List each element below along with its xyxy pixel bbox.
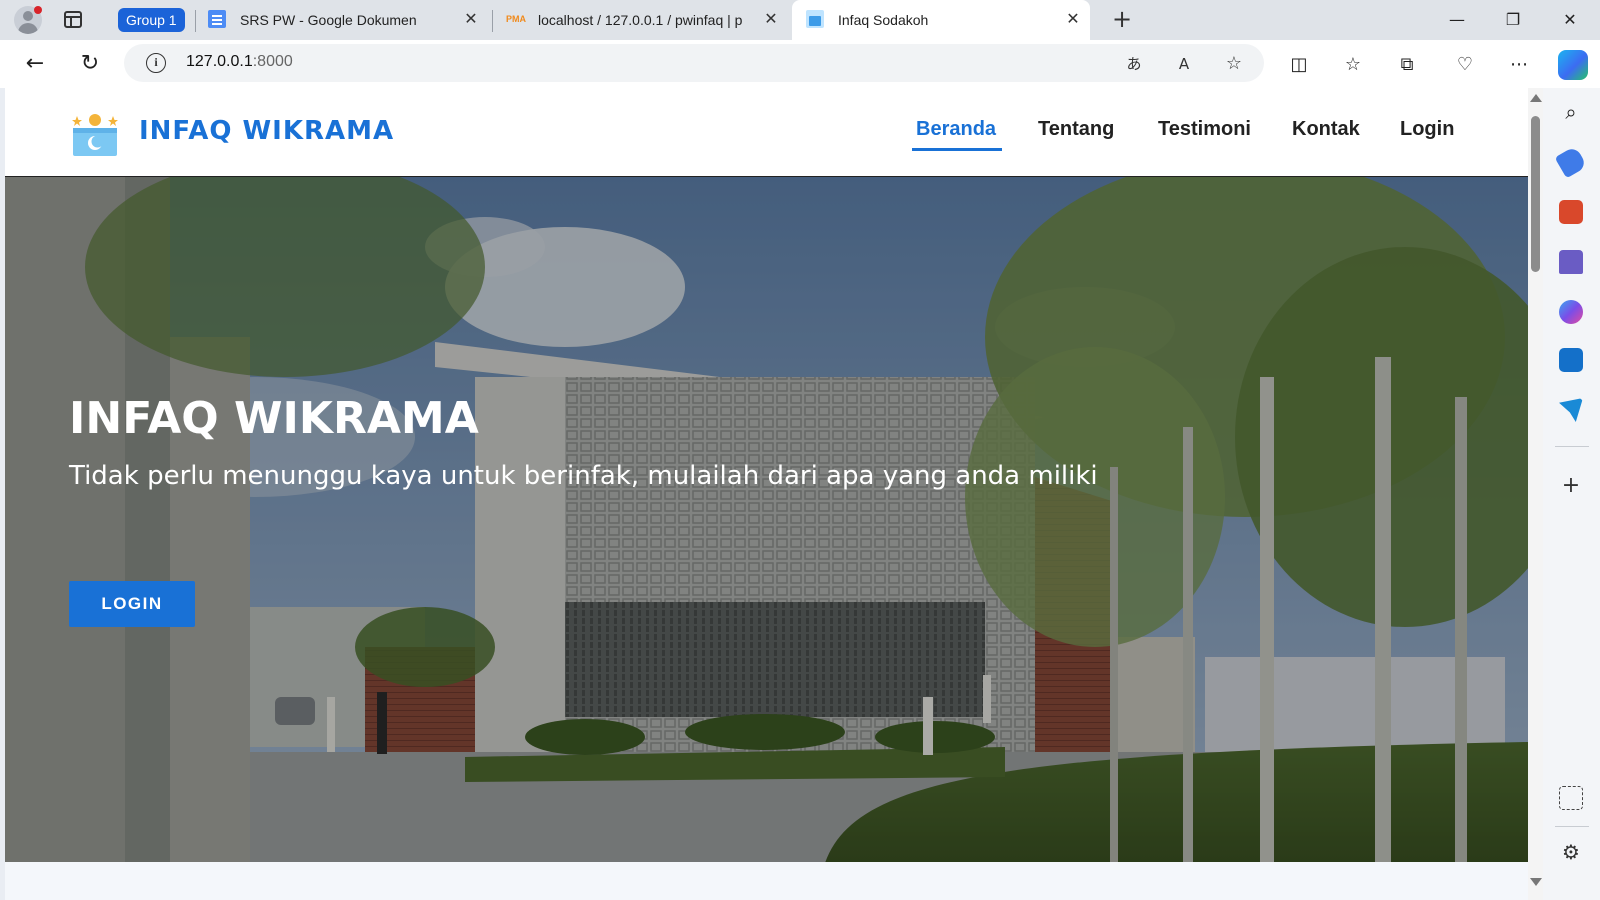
add-sidebar-app-icon[interactable]: + [1559,474,1583,498]
read-aloud-icon[interactable]: A [1172,52,1196,76]
scroll-up-arrow-icon[interactable] [1530,94,1542,102]
sidebar-divider [1555,826,1589,827]
tab-title: Infaq Sodakoh [838,12,929,28]
sidebar-divider [1555,446,1589,447]
hero-login-button[interactable]: LOGIN [69,581,195,627]
favorite-star-icon[interactable]: ☆ [1222,52,1246,76]
hero-dark-overlay [5,177,1528,862]
back-arrow-icon[interactable]: ← [22,52,48,78]
tab-separator [492,10,493,32]
shopping-tag-icon[interactable] [1554,145,1588,179]
url-text: 127.0.0.1:8000 [186,53,293,71]
hero-section: INFAQ WIKRAMA Tidak perlu menunggu kaya … [5,176,1528,862]
search-icon[interactable]: ⌕ [1559,100,1583,124]
browser-essentials-icon[interactable]: ♡ [1452,52,1478,78]
tab-phpmyadmin[interactable]: PMA localhost / 127.0.0.1 / pwinfaq | p … [496,0,786,40]
outlook-icon[interactable] [1559,348,1583,372]
microsoft-365-icon[interactable] [1559,300,1583,324]
tab-google-docs[interactable]: SRS PW - Google Dokumen ✕ [198,0,488,40]
tools-briefcase-icon[interactable] [1559,200,1583,224]
copilot-icon[interactable] [1558,50,1588,80]
collections-icon[interactable]: ⧉ [1394,52,1420,78]
favorites-list-icon[interactable]: ☆ [1340,52,1366,78]
tab-actions-menu-icon[interactable] [64,11,82,28]
nav-kontak[interactable]: Kontak [1292,118,1360,141]
page-scrollbar[interactable] [1528,88,1543,900]
scrollbar-thumb[interactable] [1531,116,1540,272]
screenshot-capture-icon[interactable] [1559,786,1583,810]
close-tab-icon[interactable]: ✕ [762,10,780,28]
nav-login[interactable]: Login [1400,118,1454,141]
close-tab-icon[interactable]: ✕ [462,10,480,28]
infaq-favicon-icon [806,10,824,28]
url-port: :8000 [252,53,293,70]
nav-beranda[interactable]: Beranda [916,118,996,141]
google-docs-icon [208,10,226,28]
phpmyadmin-icon: PMA [506,14,526,24]
refresh-icon[interactable]: ↻ [77,52,103,78]
hero-title: INFAQ WIKRAMA [69,393,479,444]
translate-icon[interactable]: あ [1122,52,1146,76]
browser-sidebar: ⌕ + ⚙ [1543,88,1600,900]
sidebar-settings-gear-icon[interactable]: ⚙ [1559,840,1583,864]
nav-tentang[interactable]: Tentang [1038,118,1114,141]
games-chess-icon[interactable] [1559,250,1583,274]
tab-infaq-sodakoh[interactable]: Infaq Sodakoh ✕ [792,0,1090,40]
infaq-logo-icon [72,114,118,156]
split-screen-icon[interactable]: ◫ [1286,52,1312,78]
restore-window-icon[interactable]: ❐ [1499,8,1527,32]
send-drop-icon[interactable] [1559,398,1583,422]
site-header: INFAQ WIKRAMA Beranda Tentang Testimoni … [5,88,1528,176]
close-tab-icon[interactable]: ✕ [1064,10,1082,28]
browser-tab-strip: Group 1 SRS PW - Google Dokumen ✕ PMA lo… [0,0,1600,40]
tab-title: SRS PW - Google Dokumen [240,12,417,28]
new-tab-plus-icon[interactable]: + [1110,7,1134,32]
nav-active-underline [912,148,1002,151]
notification-dot-icon [34,6,42,14]
nav-testimoni[interactable]: Testimoni [1158,118,1251,141]
next-section-edge [5,862,1528,900]
url-host: 127.0.0.1 [186,53,253,70]
tab-group-chip[interactable]: Group 1 [118,8,185,32]
more-options-icon[interactable]: ⋯ [1506,52,1532,78]
address-bar[interactable]: i 127.0.0.1:8000 あ A ☆ [124,44,1264,82]
scroll-down-arrow-icon[interactable] [1530,878,1542,886]
hero-subtitle: Tidak perlu menunggu kaya untuk berinfak… [69,461,1098,491]
tab-title: localhost / 127.0.0.1 / pwinfaq | p [538,12,743,28]
site-info-icon[interactable]: i [146,53,166,73]
close-window-icon[interactable]: ✕ [1556,8,1584,32]
tab-separator [195,10,196,32]
brand-name[interactable]: INFAQ WIKRAMA [139,116,394,146]
page-viewport: INFAQ WIKRAMA Beranda Tentang Testimoni … [5,88,1528,900]
browser-toolbar: ← ↻ i 127.0.0.1:8000 あ A ☆ ◫ ☆ ⧉ ♡ ⋯ [0,40,1600,88]
minimize-window-icon[interactable]: — [1443,8,1471,32]
